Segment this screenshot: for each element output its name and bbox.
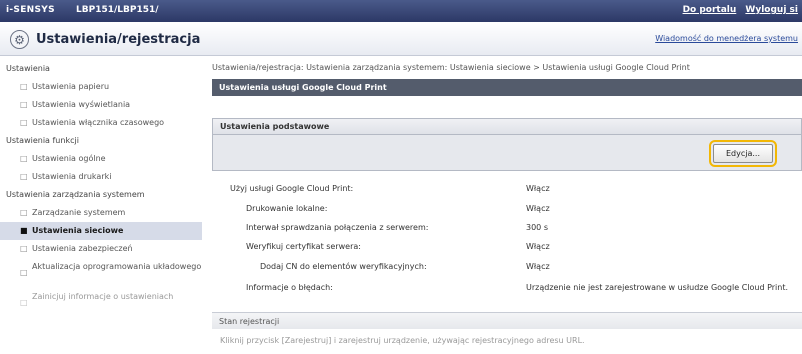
setting-label: Użyj usługi Google Cloud Print: — [230, 184, 354, 193]
sidebar-item-label: Ustawienia zabezpieczeń — [32, 244, 133, 253]
setting-value: Włącz — [526, 262, 550, 271]
sidebar-group-management-settings: Ustawienia zarządzania systemem — [6, 190, 145, 199]
section-title: Ustawienia usługi Google Cloud Print — [212, 79, 802, 96]
sidebar-item-timer-settings[interactable]: □ Ustawienia włącznika czasowego — [0, 114, 202, 132]
sidebar-item-common-settings[interactable]: □ Ustawienia ogólne — [0, 150, 202, 168]
page-title: Ustawienia/rejestracja — [36, 32, 201, 47]
registration-status-header: Stan rejestracji — [212, 312, 802, 329]
setting-value: 300 s — [526, 223, 548, 232]
bullet-icon: □ — [20, 244, 28, 253]
breadcrumb: Ustawienia/rejestracja: Ustawienia zarzą… — [212, 63, 690, 72]
gear-icon: ⚙ — [10, 30, 29, 49]
setting-value: Urządzenie nie jest zarejestrowane w usł… — [526, 283, 789, 292]
setting-label: Dodaj CN do elementów weryfikacyjnych: — [260, 262, 427, 271]
logout-link[interactable]: Wyloguj si — [745, 5, 798, 15]
brand-logo: i-SENSYS — [6, 5, 55, 15]
bullet-icon: □ — [20, 208, 28, 217]
bullet-icon: □ — [20, 100, 28, 109]
basic-settings-header: Ustawienia podstawowe — [212, 118, 802, 135]
bullet-icon: □ — [20, 82, 28, 91]
sidebar-item-system-management[interactable]: □ Zarządzanie systemem — [0, 204, 202, 222]
top-bar: i-SENSYS LBP151/LBP151/ Do portalu Wylog… — [0, 0, 802, 22]
sidebar-item-label: Ustawienia drukarki — [32, 172, 112, 181]
edit-toolbar: Edycja... — [212, 135, 802, 171]
sidebar-item-label: Zainicjuj informacje o ustawieniach — [32, 292, 174, 301]
sidebar-item-security-settings[interactable]: □ Ustawienia zabezpieczeń — [0, 240, 202, 258]
sidebar-item-printer-settings[interactable]: □ Ustawienia drukarki — [0, 168, 202, 186]
sidebar-group-settings: Ustawienia — [6, 64, 50, 73]
sidebar-group-function-settings: Ustawienia funkcji — [6, 136, 79, 145]
model-name: LBP151/LBP151/ — [76, 5, 159, 15]
sidebar-item-label: Ustawienia papieru — [32, 82, 110, 91]
sidebar-item-paper-settings[interactable]: □ Ustawienia papieru — [0, 78, 202, 96]
bullet-icon: □ — [20, 298, 28, 307]
top-links: Do portalu Wyloguj si — [677, 5, 798, 15]
registration-instructions: Kliknij przycisk [Zarejestruj] i zarejes… — [220, 336, 585, 345]
sidebar-item-label: Zarządzanie systemem — [32, 208, 126, 217]
edit-button[interactable]: Edycja... — [709, 140, 777, 167]
sidebar-item-init-settings[interactable]: □ Zainicjuj informacje o ustawieniach — [0, 288, 202, 318]
selected-bullet-icon: ■ — [20, 226, 28, 235]
title-bar: ⚙ Ustawienia/rejestracja Wiadomość do me… — [0, 22, 802, 56]
sidebar-item-label: Ustawienia wyświetlania — [32, 100, 131, 109]
sidebar: Ustawienia □ Ustawienia papieru □ Ustawien… — [0, 60, 202, 354]
bullet-icon: □ — [20, 268, 28, 277]
sidebar-item-label: Ustawienia sieciowe — [32, 226, 124, 235]
setting-label: Drukowanie lokalne: — [246, 204, 328, 213]
bullet-icon: □ — [20, 172, 28, 181]
portal-link[interactable]: Do portalu — [683, 5, 737, 15]
setting-value: Włącz — [526, 242, 550, 251]
setting-label: Informacje o błędach: — [246, 283, 333, 292]
bullet-icon: □ — [20, 118, 28, 127]
bullet-icon: □ — [20, 154, 28, 163]
sidebar-item-label: Ustawienia włącznika czasowego — [32, 118, 165, 127]
setting-value: Włącz — [526, 204, 550, 213]
message-to-admin-link[interactable]: Wiadomość do menedżera systemu — [655, 34, 798, 43]
sidebar-item-label: Aktualizacja oprogramowania układowego — [32, 262, 202, 271]
sidebar-item-network-settings[interactable]: ■ Ustawienia sieciowe — [0, 222, 202, 240]
setting-label: Weryfikuj certyfikat serwera: — [246, 242, 361, 251]
sidebar-item-label: Ustawienia ogólne — [32, 154, 106, 163]
setting-value: Włącz — [526, 184, 550, 193]
sidebar-item-display-settings[interactable]: □ Ustawienia wyświetlania — [0, 96, 202, 114]
setting-label: Interwał sprawdzania połączenia z serwer… — [246, 223, 429, 232]
sidebar-item-firmware-update[interactable]: □ Aktualizacja oprogramowania układowego — [0, 258, 202, 288]
